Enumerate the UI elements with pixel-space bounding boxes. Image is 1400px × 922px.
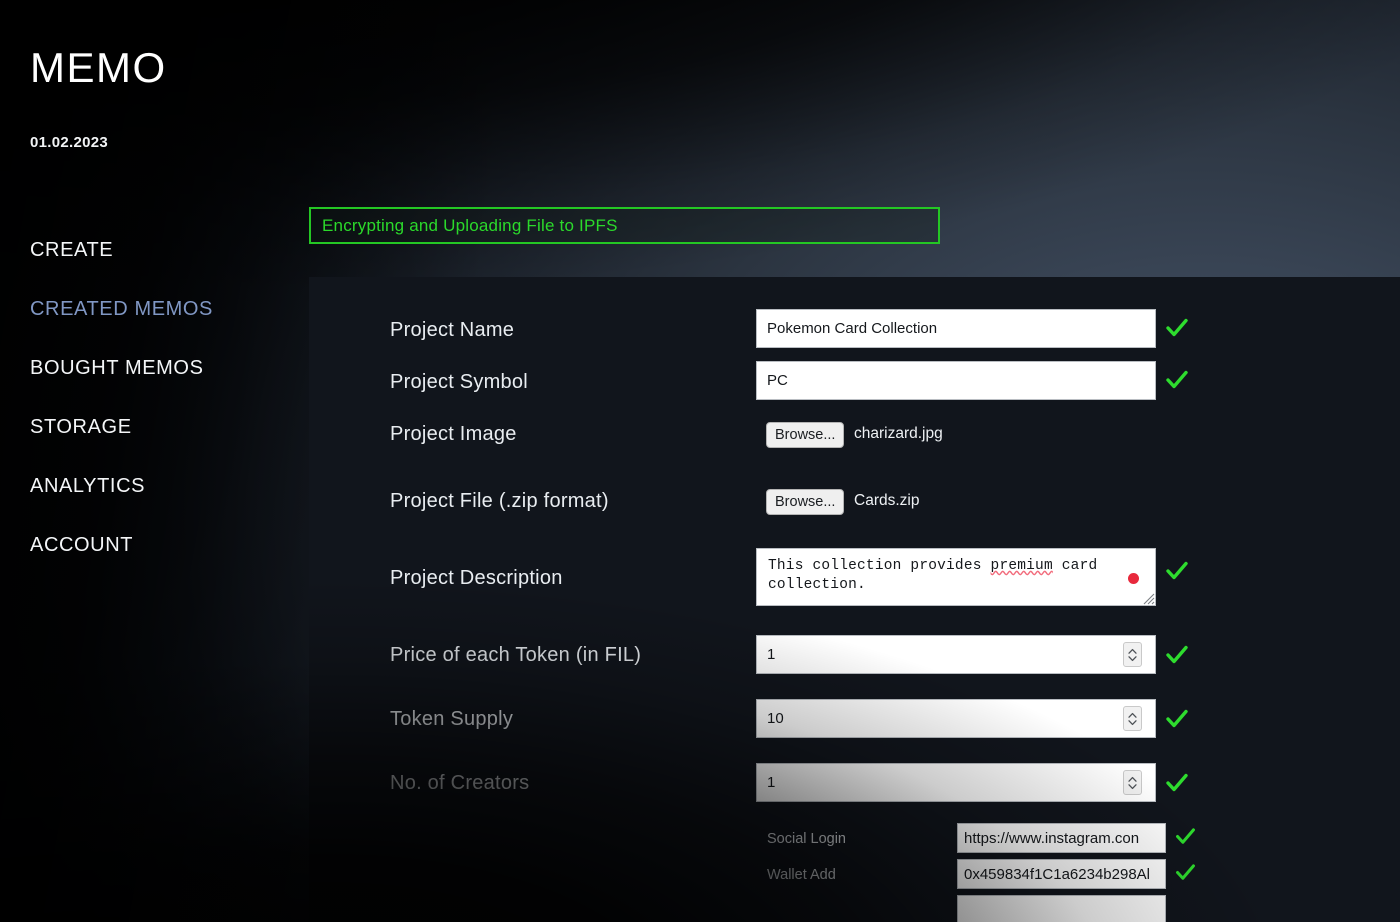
label-wallet-add: Wallet Add [767, 867, 836, 883]
project-file-filename: Cards.zip [854, 492, 920, 509]
label-project-image: Project Image [390, 423, 517, 445]
sidebar-item-bought-memos[interactable]: BOUGHT MEMOS [30, 352, 290, 411]
sidebar: MEMO 01.02.2023 CREATE CREATED MEMOS BOU… [0, 0, 310, 922]
sidebar-nav: CREATE CREATED MEMOS BOUGHT MEMOS STORAG… [30, 234, 290, 588]
wallet-address-input[interactable] [957, 859, 1166, 889]
project-name-input[interactable] [756, 309, 1156, 348]
label-project-description: Project Description [390, 567, 563, 589]
sidebar-item-create[interactable]: CREATE [30, 234, 290, 293]
valid-check-icon-creators [1166, 773, 1188, 792]
valid-check-icon-project-description [1166, 561, 1188, 580]
textarea-resize-grip[interactable] [1142, 592, 1155, 605]
description-misspelled-word: premium [990, 558, 1053, 574]
label-project-file: Project File (.zip format) [390, 490, 609, 512]
label-token-price: Price of each Token (in FIL) [390, 644, 642, 666]
app-title: MEMO [30, 44, 167, 91]
valid-check-icon-token-price [1166, 645, 1188, 664]
sidebar-item-account[interactable]: ACCOUNT [30, 529, 290, 588]
app-date: 01.02.2023 [30, 134, 109, 151]
label-project-name: Project Name [390, 319, 515, 341]
token-supply-input[interactable] [756, 699, 1156, 738]
sidebar-item-storage[interactable]: STORAGE [30, 411, 290, 470]
label-social-login: Social Login [767, 831, 846, 847]
valid-check-icon-project-symbol [1166, 370, 1188, 389]
label-project-symbol: Project Symbol [390, 371, 528, 393]
valid-check-icon-project-name [1166, 318, 1188, 337]
description-text-part1: This collection provides [768, 558, 991, 574]
project-description-textarea[interactable]: This collection provides premium card co… [756, 548, 1156, 606]
valid-check-icon-social-login [1176, 828, 1195, 844]
create-memo-form-panel: Project Name Project Symbol Project Imag… [309, 277, 1400, 922]
sidebar-item-analytics[interactable]: ANALYTICS [30, 470, 290, 529]
creators-stepper[interactable] [1123, 770, 1142, 795]
label-creators: No. of Creators [390, 772, 530, 794]
token-supply-stepper[interactable] [1123, 706, 1142, 731]
dictation-record-dot-icon[interactable] [1128, 573, 1139, 584]
app-root: Project Name Project Symbol Project Imag… [0, 0, 1400, 922]
sidebar-item-created-memos[interactable]: CREATED MEMOS [30, 293, 290, 352]
valid-check-icon-description-offscreen [1164, 857, 1190, 883]
project-file-browse-button[interactable]: Browse... [766, 489, 845, 515]
valid-check-icon-token-supply [1166, 709, 1188, 728]
project-symbol-input[interactable] [756, 361, 1156, 400]
token-price-input[interactable] [756, 635, 1156, 674]
social-login-input[interactable] [957, 823, 1166, 853]
project-image-browse-button[interactable]: Browse... [766, 422, 845, 448]
next-field-input-partial[interactable] [957, 895, 1166, 922]
valid-check-icon-wallet-add [1176, 864, 1195, 880]
creators-input[interactable] [756, 763, 1156, 802]
token-price-stepper[interactable] [1123, 642, 1142, 667]
label-token-supply: Token Supply [390, 708, 514, 730]
project-image-filename: charizard.jpg [854, 425, 943, 442]
status-banner: Encrypting and Uploading File to IPFS [309, 207, 940, 244]
